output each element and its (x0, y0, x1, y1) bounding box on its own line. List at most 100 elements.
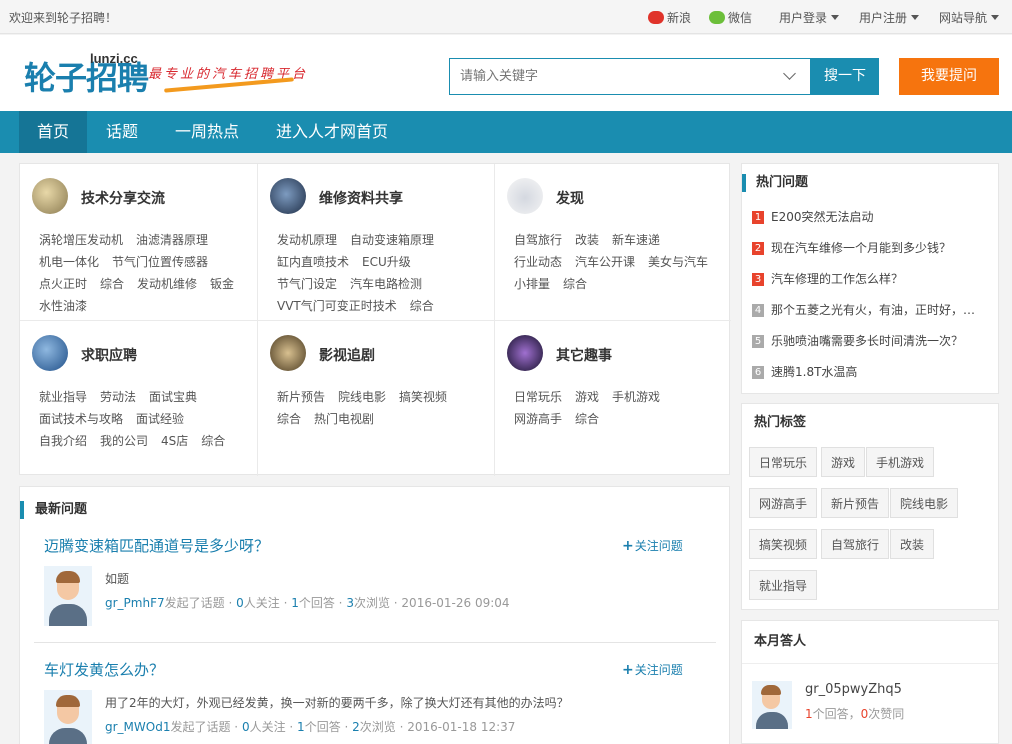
follow-question-button[interactable]: +关注问题 (622, 537, 683, 554)
question-meta: gr_PmhF7发起了话题 · 0人关注 · 1个回答 · 3次浏览 · 201… (105, 596, 510, 610)
tag-link[interactable]: 改装 (575, 229, 599, 251)
hot-question-item[interactable]: 2 现在汽车维修一个月能到多少钱？ (752, 239, 992, 256)
hot-tag[interactable]: 院线电影 (890, 488, 959, 518)
caret-down-icon (911, 15, 920, 20)
fun-thumb-icon (507, 335, 543, 371)
tag-link[interactable]: 新车速递 (612, 229, 660, 251)
tag-link[interactable]: 钣金 (210, 273, 234, 295)
tag-link[interactable]: 机电一体化 (39, 251, 99, 273)
tag-link[interactable]: 汽车公开课 (575, 251, 635, 273)
hot-tag[interactable]: 搞笑视频 (749, 529, 818, 559)
hot-tag[interactable]: 就业指导 (749, 570, 818, 600)
question-title[interactable]: 迈腾变速箱匹配通道号是多少呀？ (44, 535, 269, 556)
tag-link[interactable]: 发动机原理 (277, 229, 337, 251)
tag-link[interactable]: 综合 (201, 430, 225, 452)
login-menu[interactable]: 用户登录 (779, 9, 840, 26)
tag-link[interactable]: 节气门位置传感器 (112, 251, 208, 273)
weibo-link[interactable]: 新浪 (648, 9, 691, 26)
divider (34, 642, 716, 643)
user-link[interactable]: gr_MWOd1 (105, 720, 170, 734)
tag-link[interactable]: 汽车电路检测 (350, 273, 422, 295)
tag-link[interactable]: 日常玩乐 (514, 386, 562, 408)
tag-link[interactable]: 自动变速箱原理 (350, 229, 434, 251)
hot-tag[interactable]: 网游高手 (749, 488, 818, 518)
register-menu[interactable]: 用户注册 (859, 9, 920, 26)
tag-link[interactable]: 涡轮增压发动机 (39, 229, 123, 251)
search-button[interactable]: 搜一下 (811, 58, 879, 95)
tag-link[interactable]: 水性油漆 (39, 295, 87, 317)
hot-question-item[interactable]: 6 速腾1.8T水温高 (752, 363, 992, 380)
hot-question-item[interactable]: 5 乐驰喷油嘴需要多长时间清洗一次？ (752, 332, 992, 349)
tag-link[interactable]: 缸内直喷技术 (277, 251, 349, 273)
weibo-icon (648, 11, 664, 24)
question-title[interactable]: 车灯发黄怎么办？ (44, 659, 164, 680)
tag-link[interactable]: 搞笑视频 (399, 386, 447, 408)
hot-tag[interactable]: 日常玩乐 (749, 447, 818, 477)
monthly-answerers-box: 本月答人 gr_05pwyZhq5 1个回答，0次赞同 (741, 620, 999, 744)
avatar[interactable] (44, 690, 92, 744)
hot-questions-box: 热门问题 1 E200突然无法启动 2 现在汽车维修一个月能到多少钱？ 3 汽车修理的… (741, 163, 999, 394)
header: 轮子招聘 lunzi.cc 最专业的汽车招聘平台 搜一下 我要提问 (0, 35, 1012, 111)
hot-question-item[interactable]: 1 E200突然无法启动 (752, 208, 992, 225)
hot-tags-box: 热门标签 日常玩乐 游戏 手机游戏 网游高手 新片预告 院线电影 搞笑视频 自驾… (741, 403, 999, 610)
tag-link[interactable]: 综合 (277, 408, 301, 430)
hot-question-item[interactable]: 4 那个五菱之光有火，有油，正时好，… (752, 301, 992, 318)
tag-link[interactable]: 手机游戏 (612, 386, 660, 408)
tag-link[interactable]: 网游高手 (514, 408, 562, 430)
tag-link[interactable]: 面试经验 (136, 408, 184, 430)
tag-link[interactable]: 节气门设定 (277, 273, 337, 295)
ask-question-button[interactable]: 我要提问 (899, 58, 999, 95)
answerer-stats: 1个回答，0次赞同 (805, 707, 905, 721)
caret-down-icon (991, 15, 1000, 20)
tag-link[interactable]: VVT气门可变正时技术 (277, 295, 397, 317)
avatar[interactable] (44, 566, 92, 626)
hot-question-item[interactable]: 3 汽车修理的工作怎么样？ (752, 270, 992, 287)
tag-link[interactable]: 小排量 (514, 273, 550, 295)
nav-talent-home[interactable]: 进入人才网首页 (266, 111, 398, 153)
hot-tag[interactable]: 自驾旅行 (821, 529, 890, 559)
tag-link[interactable]: 油滤清器原理 (136, 229, 208, 251)
avatar[interactable] (752, 681, 792, 729)
tag-link[interactable]: ECU升级 (362, 251, 411, 273)
tag-link[interactable]: 自我介绍 (39, 430, 87, 452)
follow-question-button[interactable]: +关注问题 (622, 661, 683, 678)
tag-link[interactable]: 综合 (100, 273, 124, 295)
category-fun: 其它趣事 日常玩乐 游戏 手机游戏网游高手 综合 (494, 320, 731, 476)
site-logo[interactable]: 轮子招聘 lunzi.cc 最专业的汽车招聘平台 (24, 51, 324, 97)
tag-link[interactable]: 热门电视剧 (314, 408, 374, 430)
weixin-link[interactable]: 微信 (709, 9, 752, 26)
tag-link[interactable]: 行业动态 (514, 251, 562, 273)
question-meta: gr_MWOd1发起了话题 · 0人关注 · 1个回答 · 2次浏览 · 201… (105, 720, 516, 734)
tag-link[interactable]: 自驾旅行 (514, 229, 562, 251)
tag-link[interactable]: 新片预告 (277, 386, 325, 408)
site-nav-menu[interactable]: 网站导航 (939, 9, 1000, 26)
tag-link[interactable]: 点火正时 (39, 273, 87, 295)
tag-link[interactable]: 面试技术与攻略 (39, 408, 123, 430)
answerer-name[interactable]: gr_05pwyZhq5 (805, 682, 902, 697)
nav-topics[interactable]: 话题 (92, 111, 152, 153)
nav-weekly-hot[interactable]: 一周热点 (164, 111, 250, 153)
tag-link[interactable]: 劳动法 (100, 386, 136, 408)
tag-link[interactable]: 综合 (563, 273, 587, 295)
question-excerpt: 如题 (105, 572, 130, 586)
hot-tag[interactable]: 改装 (890, 529, 935, 559)
search-box (449, 58, 811, 95)
tag-link[interactable]: 综合 (410, 295, 434, 317)
hot-tag[interactable]: 手机游戏 (866, 447, 935, 477)
search-input[interactable] (450, 59, 780, 94)
tag-link[interactable]: 院线电影 (338, 386, 386, 408)
hot-tag[interactable]: 新片预告 (821, 488, 890, 518)
tag-link[interactable]: 面试宝典 (149, 386, 197, 408)
user-link[interactable]: gr_PmhF7 (105, 596, 165, 610)
hot-tag[interactable]: 游戏 (821, 447, 866, 477)
tag-link[interactable]: 综合 (575, 408, 599, 430)
tag-link[interactable]: 发动机维修 (137, 273, 197, 295)
tag-link[interactable]: 游戏 (575, 386, 599, 408)
main-nav: 首页 话题 一周热点 进入人才网首页 (0, 111, 1012, 153)
nav-home[interactable]: 首页 (19, 111, 87, 153)
tag-link[interactable]: 4S店 (161, 430, 188, 452)
tag-link[interactable]: 我的公司 (100, 430, 148, 452)
chevron-down-icon[interactable] (783, 67, 796, 80)
tag-link[interactable]: 就业指导 (39, 386, 87, 408)
tag-link[interactable]: 美女与汽车 (648, 251, 708, 273)
